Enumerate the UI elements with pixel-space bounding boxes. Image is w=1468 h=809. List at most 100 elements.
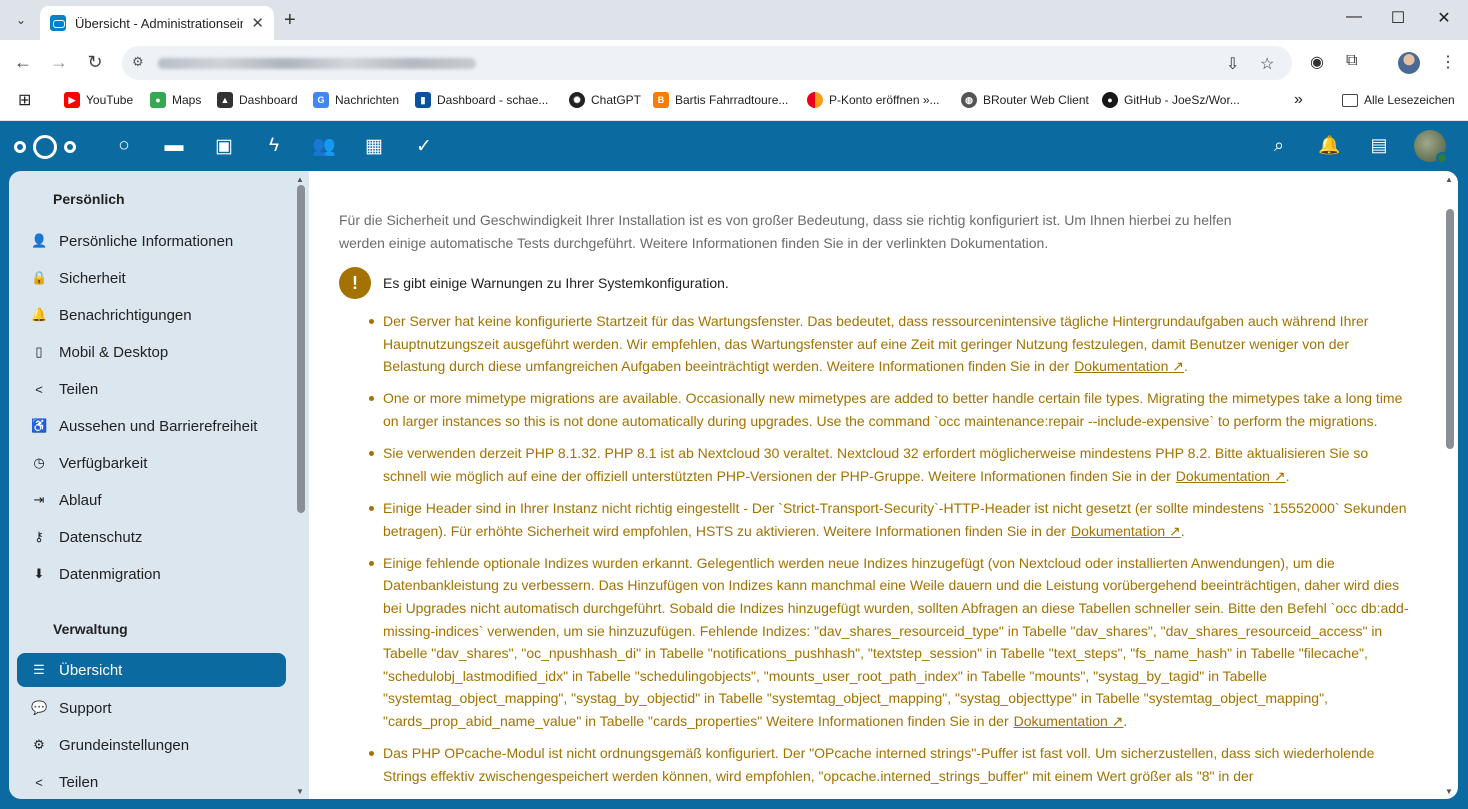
menu-kebab-icon[interactable]: ⋮ [1440, 52, 1456, 72]
nextcloud-favicon-icon [50, 15, 66, 31]
nextcloud-logo[interactable] [14, 135, 76, 159]
content-scroll-down-icon[interactable]: ▼ [1445, 787, 1453, 796]
bookmarks-bar: ⊞ ▶ YouTube ● Maps ▲ Dashboard G Nachrichten… [0, 86, 1468, 121]
maps-icon: ● [150, 92, 166, 108]
trello-icon: ▮ [415, 92, 431, 108]
bookmark-github[interactable]: ● GitHub - JoeSz/Wor... [1102, 86, 1240, 114]
sidebar-item-sharing[interactable]: < Teilen [17, 372, 286, 406]
notifications-bell-icon[interactable]: 🔔 [1318, 135, 1340, 156]
flow-icon: ⇥ [33, 492, 45, 507]
browser-tab[interactable]: Übersicht - Administrationseinst ✕ [40, 6, 274, 40]
profile-avatar[interactable] [1398, 52, 1420, 74]
sidebar-item-basic-settings[interactable]: ⚙ Grundeinstellungen [17, 728, 286, 762]
photos-app-icon[interactable]: ▣ [213, 135, 235, 157]
search-icon[interactable]: ⌕ [1268, 135, 1290, 156]
contacts-app-icon[interactable]: 👥 [312, 135, 336, 157]
calendar-app-icon[interactable]: ▦ [363, 135, 385, 157]
bookmark-maps[interactable]: ● Maps [150, 86, 201, 114]
list-item: Sie verwenden derzeit PHP 8.1.32. PHP 8.… [369, 442, 1415, 487]
warning-title: Es gibt einige Warnungen zu Ihrer System… [383, 275, 729, 291]
share-icon: < [35, 381, 43, 397]
contacts-menu-icon[interactable]: ▤ [1368, 135, 1390, 156]
documentation-link[interactable]: Dokumentation ↗ [1014, 713, 1124, 729]
folder-icon [1342, 93, 1358, 107]
minimize-button[interactable]: — [1342, 8, 1366, 26]
extensions-puzzle-icon[interactable]: ⧉ [1346, 52, 1357, 70]
close-window-button[interactable]: ✕ [1432, 8, 1456, 28]
sidebar-item-mobile-desktop[interactable]: ▯ Mobil & Desktop [17, 335, 286, 369]
sidebar-item-privacy[interactable]: ⚷ Datenschutz [17, 520, 286, 554]
sidebar-scrollbar[interactable] [297, 185, 305, 513]
back-button[interactable]: ← [12, 52, 34, 73]
bookmark-nachrichten[interactable]: G Nachrichten [313, 86, 399, 114]
more-bookmarks-icon[interactable]: » [1294, 86, 1303, 114]
install-app-icon[interactable]: ⇩ [1226, 54, 1239, 74]
tasks-app-icon[interactable]: ✓ [413, 135, 435, 157]
bookmark-chatgpt[interactable]: ✺ ChatGPT [569, 86, 641, 114]
url-text-blurred [158, 58, 476, 69]
settings-sidebar: Persönlich 👤 Persönliche Informationen 🔒 S… [9, 171, 309, 799]
reload-button[interactable]: ↻ [84, 52, 106, 73]
address-bar[interactable]: ⚙ ⇩ ☆ [122, 46, 1292, 80]
bookmark-dashboard[interactable]: ▲ Dashboard [217, 86, 298, 114]
browser-toolbar: ← → ↻ ⚙ ⇩ ☆ ◉ ⧉ ⋮ [0, 40, 1468, 86]
warning-icon: ! [339, 267, 371, 299]
bookmark-p-konto[interactable]: P-Konto eröffnen »... [807, 86, 940, 114]
sidebar-item-availability[interactable]: ◷ Verfügbarkeit [17, 446, 286, 480]
list-icon: ☰ [33, 662, 45, 677]
maximize-button[interactable]: ☐ [1386, 8, 1410, 28]
documentation-link[interactable]: Dokumentation ↗ [1176, 468, 1286, 484]
list-item: Einige fehlende optionale Indizes wurden… [369, 552, 1415, 733]
list-item: Das PHP OPcache-Modul ist nicht ordnungs… [369, 742, 1415, 787]
bookmark-dashboard-schae[interactable]: ▮ Dashboard - schae... [415, 86, 548, 114]
all-bookmarks-folder[interactable]: Alle Lesezeichen [1342, 86, 1455, 114]
news-icon: G [313, 92, 329, 108]
new-tab-button[interactable]: + [284, 9, 296, 32]
warning-list: Der Server hat keine konfigurierte Start… [369, 310, 1415, 797]
close-tab-icon[interactable]: ✕ [251, 14, 264, 32]
github-icon: ● [1102, 92, 1118, 108]
accessibility-icon: ♿ [31, 418, 48, 433]
bookmark-brouter[interactable]: ◍ BRouter Web Client [961, 86, 1089, 114]
sidebar-item-personal-info[interactable]: 👤 Persönliche Informationen [17, 224, 286, 258]
sidebar-item-admin-sharing[interactable]: < Teilen [17, 765, 286, 799]
phone-icon: ▯ [35, 344, 43, 359]
activity-app-icon[interactable]: ϟ [263, 135, 285, 157]
person-icon: 👤 [31, 233, 48, 248]
sidebar-item-data-migration[interactable]: ⬇ Datenmigration [17, 557, 286, 591]
content-scroll-up-icon[interactable]: ▲ [1445, 175, 1453, 184]
key-icon: ⚷ [34, 529, 44, 544]
documentation-link[interactable]: Dokumentation ↗ [1071, 523, 1181, 539]
sidebar-scroll-down-icon[interactable]: ▼ [296, 787, 304, 796]
forward-button[interactable]: → [48, 52, 70, 73]
youtube-icon: ▶ [64, 92, 80, 108]
documentation-link[interactable]: Dokumentation ↗ [1074, 358, 1184, 374]
files-app-icon[interactable]: ▬ [163, 135, 185, 157]
sidebar-item-flow[interactable]: ⇥ Ablauf [17, 483, 286, 517]
sidebar-item-notifications[interactable]: 🔔 Benachrichtigungen [17, 298, 286, 332]
apps-grid-icon[interactable]: ⊞ [18, 86, 31, 114]
sidebar-item-support[interactable]: 💬 Support [17, 691, 286, 725]
dashboard-app-icon[interactable]: ○ [113, 135, 135, 157]
chevron-down-icon: ⌄ [15, 13, 27, 27]
sidebar-item-security[interactable]: 🔒 Sicherheit [17, 261, 286, 295]
sidebar-scroll-up-icon[interactable]: ▲ [296, 175, 304, 184]
online-status-icon [1436, 152, 1448, 164]
nextcloud-header: ○ ▬ ▣ ϟ 👥 ▦ ✓ ⌕ 🔔 ▤ [0, 121, 1468, 171]
list-item: Einige Header sind in Ihrer Instanz nich… [369, 497, 1415, 542]
bell-icon: 🔔 [31, 307, 48, 322]
bookmark-bartis[interactable]: B Bartis Fahrradtoure... [653, 86, 788, 114]
site-info-icon[interactable]: ⚙ [132, 54, 144, 70]
bookmark-youtube[interactable]: ▶ YouTube [64, 86, 133, 114]
sidebar-item-appearance[interactable]: ♿ Aussehen und Barrierefreiheit [17, 409, 286, 443]
tab-search-button[interactable]: ⌄ [8, 7, 34, 33]
extension-icon[interactable]: ◉ [1310, 52, 1324, 72]
bookmark-star-icon[interactable]: ☆ [1260, 54, 1274, 74]
clock-icon: ◷ [33, 455, 45, 470]
content-scrollbar[interactable] [1446, 209, 1454, 449]
list-item: Der Server hat keine konfigurierte Start… [369, 310, 1415, 378]
blogger-icon: B [653, 92, 669, 108]
lock-icon: 🔒 [31, 270, 48, 285]
sidebar-item-overview[interactable]: ☰ Übersicht [17, 653, 286, 687]
overview-content: Für die Sicherheit und Geschwindigkeit I… [309, 171, 1458, 799]
